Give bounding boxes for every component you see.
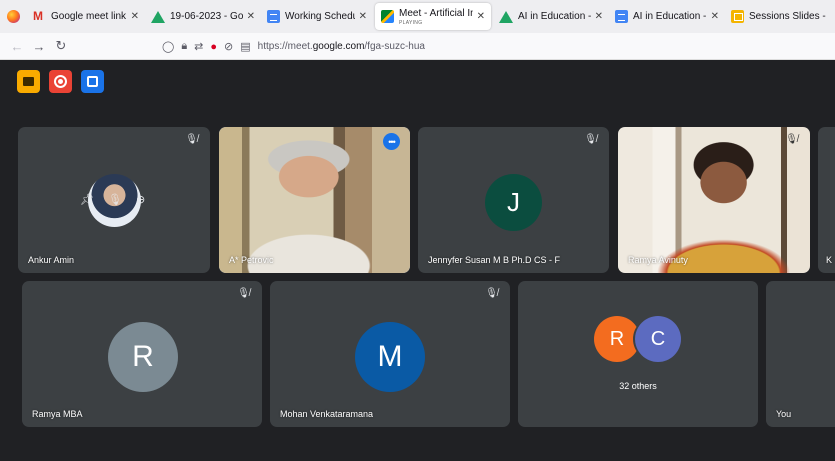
participant-name: A* Petrovic [229, 255, 274, 265]
slides-icon [731, 10, 744, 23]
close-tab-icon[interactable]: ✕ [131, 11, 139, 22]
mic-off-icon: 🎙︎̸ [237, 288, 250, 299]
meet-icon [381, 10, 394, 23]
others-avatar-1: R [594, 316, 640, 362]
browser-tab-bar: M Google meet link - ass ✕ 19-06-2023 - … [0, 0, 835, 33]
docs-icon [615, 10, 628, 23]
mute-participant-icon[interactable]: 🎙︎ [108, 193, 122, 206]
participant-avatar: R [108, 322, 178, 392]
camera-off-icon[interactable]: ⊘ [224, 40, 233, 53]
meet-stage: 🎙︎̸ 📌︎ 🎙︎ ⊖ Ankur Amin ••• A* Petrovic 🎙… [0, 60, 835, 461]
firefox-menu-icon[interactable] [0, 0, 27, 33]
participant-tile-ankur[interactable]: 🎙︎̸ 📌︎ 🎙︎ ⊖ Ankur Amin [18, 127, 210, 273]
others-count: 32 others [619, 381, 657, 391]
more-options-button[interactable]: ••• [383, 133, 400, 150]
close-tab-icon[interactable]: ✕ [359, 11, 367, 22]
captions-off-button[interactable] [17, 70, 40, 93]
participant-avatar: M [355, 322, 425, 392]
participant-video [618, 127, 810, 273]
tile-hover-controls: 📌︎ 🎙︎ ⊖ [80, 193, 145, 206]
participant-avatar: J [485, 174, 542, 231]
tab-ai-education-session[interactable]: AI in Education - Sessi ✕ [609, 0, 725, 33]
activities-button[interactable] [81, 70, 104, 93]
participant-tile-petrovic[interactable]: ••• A* Petrovic [219, 127, 410, 273]
url-field[interactable]: ◯ 🔒︎ ⇄ ● ⊘ ▤ https://meet.google.com/fga… [162, 37, 425, 56]
participant-name: Mohan Venkataramana [280, 409, 374, 419]
participant-name: You [776, 409, 792, 419]
close-tab-icon[interactable]: ✕ [595, 11, 603, 22]
gmail-icon: M [33, 9, 43, 23]
mic-off-icon: 🎙︎̸ [485, 288, 498, 299]
participant-tile-jennyfer[interactable]: 🎙︎̸ J Jennyfer Susan M B Ph.D CS - F [418, 127, 609, 273]
participant-tile-ramya-avinuty[interactable]: 🎙︎̸ Ramya Avinuty [618, 127, 810, 273]
back-arrow-icon[interactable]: ← [6, 39, 28, 54]
microphone-icon[interactable]: ● [210, 41, 217, 53]
url-text[interactable]: https://meet.google.com/fga-suzc-hua [258, 41, 425, 52]
lock-icon[interactable]: 🔒︎ [181, 40, 187, 53]
drive-icon [151, 10, 165, 23]
participant-video [219, 127, 410, 273]
remove-icon[interactable]: ⊖ [136, 193, 145, 206]
participant-tile-edge[interactable]: K [818, 127, 835, 273]
record-icon [54, 75, 67, 88]
reader-view-icon[interactable]: ▤ [240, 40, 250, 53]
participant-name: Ankur Amin [28, 255, 75, 265]
others-tile[interactable]: R C 32 others [518, 281, 758, 427]
reload-icon[interactable]: ↻ [50, 38, 72, 54]
docs-icon [267, 10, 280, 23]
participant-name: Ramya Avinuty [628, 255, 688, 265]
participant-tile-you[interactable]: You [766, 281, 835, 427]
participant-name: K [826, 255, 833, 265]
close-tab-icon[interactable]: ✕ [711, 11, 719, 22]
tab-meet-active[interactable]: Meet - Artificial Intelli PLAYING ✕ [375, 3, 491, 30]
meeting-toolbar [17, 70, 104, 93]
participant-name: Jennyfer Susan M B Ph.D CS - F [428, 255, 561, 265]
tab-drive-19-06[interactable]: 19-06-2023 - Google ✕ [145, 0, 261, 33]
permissions-icon[interactable]: ⇄ [194, 40, 203, 53]
tab-gmail[interactable]: M Google meet link - ass ✕ [27, 0, 145, 33]
shield-icon[interactable]: ◯ [162, 40, 174, 53]
participant-tile-ramya-mba[interactable]: 🎙︎̸ R Ramya MBA [22, 281, 262, 427]
edit-icon [87, 76, 98, 87]
recording-button[interactable] [49, 70, 72, 93]
close-tab-icon[interactable]: ✕ [247, 11, 255, 22]
mic-off-icon: 🎙︎̸ [584, 134, 597, 145]
navigation-bar: ← → ↻ ◯ 🔒︎ ⇄ ● ⊘ ▤ https://meet.google.c… [0, 33, 835, 60]
participant-tile-mohan[interactable]: 🎙︎̸ M Mohan Venkataramana [270, 281, 510, 427]
close-tab-icon[interactable]: ✕ [477, 11, 485, 22]
participant-name: Ramya MBA [32, 409, 83, 419]
tab-ai-education-prog[interactable]: AI in Education - Prog ✕ [493, 0, 609, 33]
tab-working-schedule[interactable]: Working Schedule.doc ✕ [261, 0, 373, 33]
others-avatar-2: C [635, 316, 681, 362]
tab-session-slides[interactable]: Sessions Slides - Backg [725, 0, 835, 33]
captions-icon [23, 77, 34, 86]
mic-off-icon: 🎙︎̸ [785, 134, 798, 145]
drive-icon [499, 10, 513, 23]
forward-arrow-icon[interactable]: → [28, 39, 50, 54]
playing-indicator: PLAYING [399, 20, 423, 26]
pin-icon[interactable]: 📌︎ [80, 193, 94, 206]
mic-off-icon: 🎙︎̸ [185, 134, 198, 145]
